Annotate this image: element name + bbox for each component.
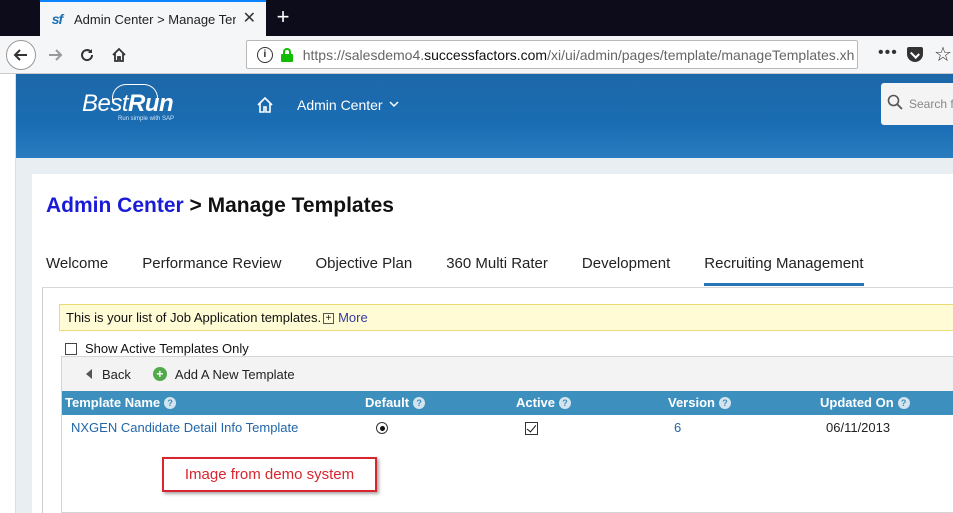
tab-development[interactable]: Development [582,254,670,286]
secure-lock-icon[interactable] [280,47,293,62]
active-checkbox[interactable] [525,420,538,435]
tab-360-multi-rater[interactable]: 360 Multi Rater [446,254,548,286]
successfactors-favicon-icon: sf [51,11,63,27]
back-arrow-icon[interactable] [6,40,36,70]
page-actions-menu-icon[interactable]: ••• [878,44,898,62]
add-plus-icon[interactable]: + [152,367,167,381]
window-edge [0,74,16,513]
tab-recruiting-management[interactable]: Recruiting Management [704,254,864,286]
tab-performance-review[interactable]: Performance Review [142,254,281,286]
tab-welcome[interactable]: Welcome [46,254,108,286]
table-header: Template Name? Default? Active? Version?… [62,391,953,415]
help-icon[interactable]: ? [559,396,572,409]
version-link[interactable]: 6 [674,420,681,435]
table-row: NXGEN Candidate Detail Info Template 6 0… [62,415,953,441]
info-message: This is your list of Job Application tem… [59,304,953,331]
breadcrumb-admin-center[interactable]: Admin Center [46,194,184,217]
help-icon[interactable]: ? [164,396,177,409]
page-title: Admin Center > Manage Templates [46,194,394,218]
column-header-default[interactable]: Default? [365,395,426,410]
expand-plus-icon[interactable]: + [323,312,335,324]
home-icon[interactable] [256,96,274,114]
more-link[interactable]: More [338,310,368,325]
site-info-icon[interactable]: i [257,46,273,63]
browser-tab[interactable]: sf Admin Center > Manage Temp ✕ [40,0,266,36]
template-tabs: Welcome Performance Review Objective Pla… [46,254,898,288]
back-button[interactable]: Back [102,367,131,382]
tab-objective-plan[interactable]: Objective Plan [315,254,412,286]
active-only-checkbox[interactable] [65,342,77,355]
search-placeholder: Search fo [909,97,953,111]
tab-title: Admin Center > Manage Temp [74,11,236,27]
close-tab-icon[interactable]: ✕ [243,11,256,27]
help-icon[interactable]: ? [718,396,731,409]
url-text[interactable]: https://salesdemo4.successfactors.com/xi… [303,47,857,63]
browser-nav-bar: i https://salesdemo4.successfactors.com/… [0,36,953,74]
app-header: BestRun Run simple with SAP Admin Center… [16,74,953,158]
search-icon [887,94,903,115]
help-icon[interactable]: ? [897,396,910,409]
table-toolbar: Back + Add A New Template [62,357,953,391]
active-only-option[interactable]: Show Active Templates Only [65,341,249,356]
admin-center-menu-label: Admin Center [297,97,383,113]
column-header-active[interactable]: Active? [516,395,572,410]
pocket-icon[interactable] [907,47,923,62]
default-radio[interactable] [376,420,388,434]
demo-system-callout: Image from demo system [162,457,377,492]
column-header-updated-on[interactable]: Updated On? [820,395,910,410]
browser-tab-bar: sf Admin Center > Manage Temp ✕ + [0,0,953,36]
global-search-input[interactable]: Search fo [881,83,953,125]
bestrun-logo[interactable]: BestRun Run simple with SAP [82,84,174,122]
column-header-version[interactable]: Version? [668,395,731,410]
page-title-text: > Manage Templates [183,194,394,217]
info-text: This is your list of Job Application tem… [66,310,322,325]
home-icon[interactable] [104,40,134,70]
back-triangle-icon[interactable] [86,369,92,379]
bookmark-star-icon[interactable]: ☆ [934,42,952,67]
updated-on-value: 06/11/2013 [826,420,891,435]
reload-icon[interactable] [72,40,102,70]
add-new-template-button[interactable]: Add A New Template [175,367,295,382]
admin-center-menu[interactable]: Admin Center [297,97,399,113]
new-tab-button[interactable]: + [272,6,294,28]
forward-arrow-icon[interactable] [40,40,70,70]
column-header-template-name[interactable]: Template Name? [65,395,177,410]
help-icon[interactable]: ? [413,396,426,409]
template-name-link[interactable]: NXGEN Candidate Detail Info Template [71,420,298,435]
url-bar[interactable]: i https://salesdemo4.successfactors.com/… [246,40,858,69]
chevron-down-icon [389,100,399,111]
active-only-label: Show Active Templates Only [85,341,249,356]
